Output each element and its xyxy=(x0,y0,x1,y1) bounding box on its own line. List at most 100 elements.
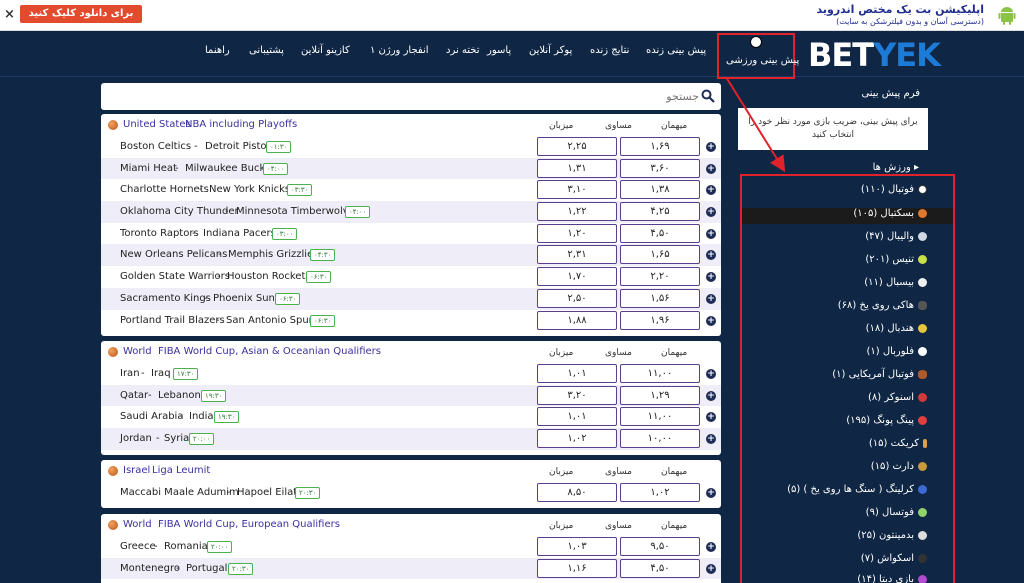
android-icon xyxy=(998,7,1016,25)
sport-item-floorball[interactable]: فلوربال (۱) xyxy=(866,346,927,362)
sport-item-handball[interactable]: هندبال (۱۸) xyxy=(866,323,927,339)
odd-away-button[interactable]: ۲,۵۰ xyxy=(537,288,617,308)
odd-home-button[interactable]: ۱۱,۰۰ xyxy=(620,364,700,383)
odd-home-button[interactable]: ۴,۵۰ xyxy=(620,223,700,243)
sport-item-curling[interactable]: کرلینگ ( سنگ ها روی یخ ) (۵) xyxy=(787,484,927,500)
sport-item-futsal[interactable]: فوتسال (۹) xyxy=(866,507,927,523)
nav-sports-betting[interactable]: پیش بینی ورزشی xyxy=(726,55,799,66)
search-icon[interactable] xyxy=(701,89,715,103)
odd-home-button[interactable]: ۱۱,۰۰ xyxy=(620,407,700,427)
league-name[interactable]: Liga Leumit xyxy=(152,465,210,476)
more-markets-icon[interactable]: + xyxy=(706,434,716,445)
more-markets-icon[interactable]: + xyxy=(706,563,716,574)
sport-item-badminton[interactable]: بدمینتون (۲۵) xyxy=(857,530,927,546)
nav-online-casino[interactable]: کازینو آنلاین xyxy=(301,45,350,56)
odd-home-button[interactable]: ۱,۹۶ xyxy=(620,310,700,330)
league-block-fiba-asia: World FIBA World Cup, Asian & Oceanian Q… xyxy=(101,341,721,455)
nav-backgammon[interactable]: تخته نرد xyxy=(446,45,480,56)
sport-item-ice-hockey[interactable]: هاکی روی یخ (۶۸) xyxy=(838,300,927,316)
match-time-badge: ۰۳:۰۰ xyxy=(272,227,298,240)
league-name[interactable]: FIBA World Cup, European Qualifiers xyxy=(158,519,340,530)
odd-away-button[interactable]: ۱,۸۸ xyxy=(537,310,617,330)
more-markets-icon[interactable]: + xyxy=(706,369,716,379)
match-row: Boston Celtics - Detroit Pistons ۰۱:۳۰ ۲… xyxy=(101,136,721,158)
odd-home-button[interactable]: ۱۰,۰۰ xyxy=(620,429,700,449)
league-header: United States NBA including Playoffs میز… xyxy=(101,114,721,136)
odd-away-button[interactable]: ۱,۲۲ xyxy=(537,202,617,222)
more-markets-icon[interactable]: + xyxy=(706,390,716,401)
odd-away-button[interactable]: ۱,۰۳ xyxy=(537,537,617,556)
match-time-badge: ۰۳:۳۰ xyxy=(287,184,313,197)
match-row: Charlotte Hornets - New York Knicks ۰۳:۳… xyxy=(101,179,721,201)
odd-away-button[interactable]: ۳,۲۰ xyxy=(537,385,617,405)
close-icon[interactable]: × xyxy=(4,6,18,24)
nav-online-poker[interactable]: پوکر آنلاین xyxy=(529,45,572,56)
sport-item-table-tennis[interactable]: پینگ پونگ (۱۹۵) xyxy=(846,415,927,431)
more-markets-icon[interactable]: + xyxy=(706,293,716,304)
odd-away-button[interactable]: ۱,۰۱ xyxy=(537,407,617,427)
sport-item-darts[interactable]: دارت (۱۵) xyxy=(871,461,927,477)
odd-away-button[interactable]: ۱,۷۰ xyxy=(537,267,617,287)
odd-home-button[interactable]: ۲,۲۰ xyxy=(620,267,700,287)
col-home: میهمان xyxy=(661,121,688,131)
nav-live-betting[interactable]: پیش بینی زنده xyxy=(646,45,706,56)
american-football-icon xyxy=(918,369,927,379)
league-name[interactable]: NBA including Playoffs xyxy=(185,119,297,130)
odd-home-button[interactable]: ۱,۶۹ xyxy=(620,137,700,156)
more-markets-icon[interactable]: + xyxy=(706,250,716,261)
more-markets-icon[interactable]: + xyxy=(706,163,716,174)
odd-home-button[interactable]: ۳,۶۰ xyxy=(620,158,700,178)
odd-away-button[interactable]: ۸,۵۰ xyxy=(537,483,617,502)
sport-item-basketball[interactable]: بسکتبال (۱۰۵) xyxy=(742,208,953,224)
odd-away-button[interactable]: ۳,۱۰ xyxy=(537,180,617,200)
sport-item-cricket[interactable]: کریکت (۱۵) xyxy=(869,438,927,454)
more-markets-icon[interactable]: + xyxy=(706,315,716,326)
odd-home-button[interactable]: ۴,۵۰ xyxy=(620,558,700,578)
betyek-logo[interactable]: BETYEK xyxy=(808,36,941,74)
odd-home-button[interactable]: ۱,۲۹ xyxy=(620,385,700,405)
sport-item-tennis[interactable]: تنیس (۲۰۱) xyxy=(865,254,927,270)
odd-home-button[interactable]: ۹,۵۰ xyxy=(620,537,700,556)
odd-away-button[interactable]: ۱,۲۰ xyxy=(537,223,617,243)
odd-home-button[interactable]: ۴,۲۵ xyxy=(620,202,700,222)
home-team: Montenegro xyxy=(120,562,181,574)
more-markets-icon[interactable]: + xyxy=(706,412,716,423)
sport-item-american-football[interactable]: فوتبال آمریکایی (۱) xyxy=(832,369,927,385)
sport-item-baseball[interactable]: بیسبال (۱۱) xyxy=(864,277,927,293)
more-markets-icon[interactable]: + xyxy=(706,542,716,552)
league-name[interactable]: FIBA World Cup, Asian & Oceanian Qualifi… xyxy=(158,346,381,357)
match-row: Iran - Iraq ۱۷:۳۰ ۱,۰۱ ۱۱,۰۰ + xyxy=(101,363,721,385)
nav-guide[interactable]: راهنما xyxy=(205,45,230,56)
col-draw: مساوی xyxy=(605,521,632,531)
sport-item-esports[interactable]: بازی دیتا (۱۴) xyxy=(857,574,927,583)
odd-away-button[interactable]: ۲,۳۱ xyxy=(537,245,617,265)
download-button[interactable]: برای دانلود کلیک کنید xyxy=(20,5,142,23)
more-markets-icon[interactable]: + xyxy=(706,488,716,498)
sport-item-snooker[interactable]: اسنوکر (۸) xyxy=(868,392,927,408)
banner-title: اپلیکیشن بت یک مختص اندروید xyxy=(816,3,985,16)
odd-away-button[interactable]: ۲,۲۵ xyxy=(537,137,617,156)
odd-away-button[interactable]: ۱,۰۱ xyxy=(537,364,617,383)
nav-crash[interactable]: انفجار ورژن ۱ xyxy=(370,45,429,56)
odd-home-button[interactable]: ۱,۰۲ xyxy=(620,483,700,502)
odd-away-button[interactable]: ۱,۳۱ xyxy=(537,158,617,178)
sport-item-squash[interactable]: اسکواش (۷) xyxy=(861,553,927,569)
odd-away-button[interactable]: ۱,۰۲ xyxy=(537,429,617,449)
nav-live-results[interactable]: نتایج زنده xyxy=(590,45,629,56)
sport-item-volleyball[interactable]: والیبال (۴۷) xyxy=(865,231,927,247)
odd-home-button[interactable]: ۱,۵۶ xyxy=(620,288,700,308)
more-markets-icon[interactable]: + xyxy=(706,185,716,196)
more-markets-icon[interactable]: + xyxy=(706,207,716,218)
more-markets-icon[interactable]: + xyxy=(706,142,716,152)
odd-home-button[interactable]: ۱,۳۸ xyxy=(620,180,700,200)
more-markets-icon[interactable]: + xyxy=(706,228,716,239)
col-draw: مساوی xyxy=(605,348,632,358)
nav-support[interactable]: پشتیبانی xyxy=(249,45,284,56)
shuttlecock-icon xyxy=(918,530,927,540)
nav-pasoor[interactable]: پاسور xyxy=(487,45,511,56)
search-input[interactable] xyxy=(109,88,699,105)
sport-item-football[interactable]: فوتبال (۱۱۰) xyxy=(861,184,927,200)
more-markets-icon[interactable]: + xyxy=(706,272,716,283)
odd-home-button[interactable]: ۱,۶۵ xyxy=(620,245,700,265)
odd-away-button[interactable]: ۱,۱۶ xyxy=(537,558,617,578)
